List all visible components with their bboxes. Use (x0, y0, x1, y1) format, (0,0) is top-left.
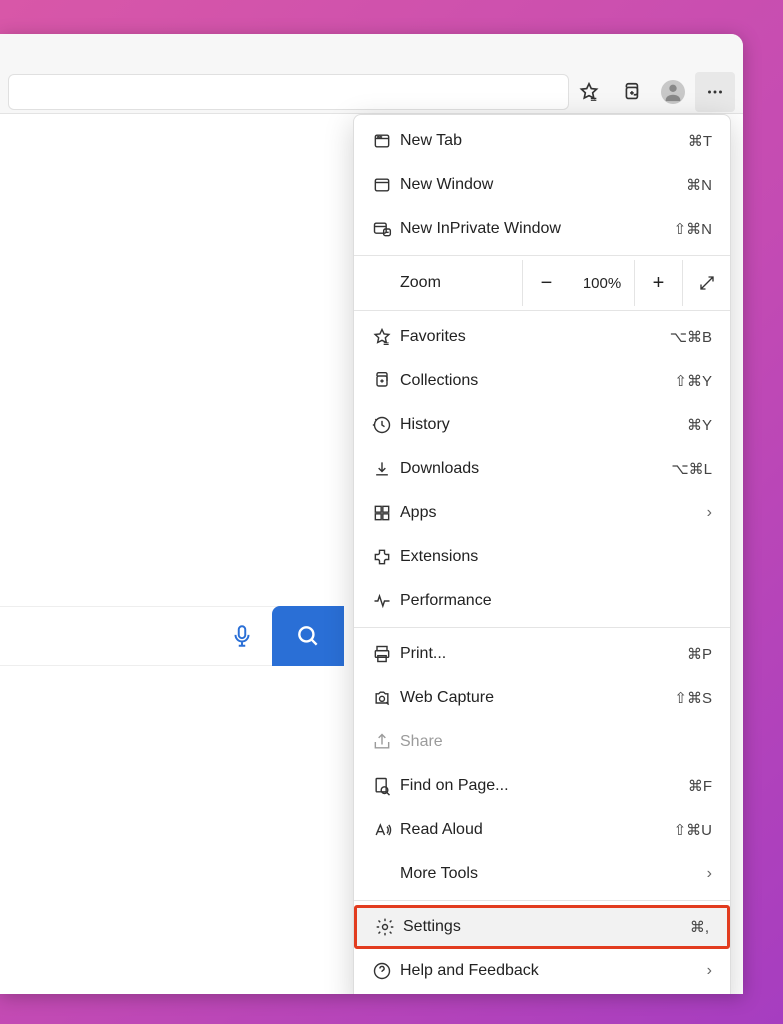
profile-button[interactable] (653, 72, 693, 112)
menu-label: Favorites (400, 328, 670, 346)
extensions-icon (372, 547, 400, 567)
menu-zoom-controls: Zoom − 100% + (354, 260, 730, 306)
read-aloud-icon (372, 820, 400, 840)
menu-item-find-on-page[interactable]: Find on Page... ⌘F (354, 764, 730, 808)
menu-item-new-tab[interactable]: New Tab ⌘T (354, 119, 730, 163)
search-bar-fragment (0, 606, 344, 666)
more-menu-icon (704, 81, 726, 103)
fullscreen-button[interactable] (682, 260, 730, 306)
favorites-icon (372, 327, 400, 347)
settings-and-more-menu: New Tab ⌘T New Window ⌘N New InPrivate W… (353, 114, 731, 994)
menu-separator (354, 900, 730, 901)
menu-shortcut: ⌘Y (687, 416, 712, 434)
menu-item-settings[interactable]: Settings ⌘, (354, 905, 730, 949)
search-button[interactable] (272, 606, 344, 666)
menu-item-print[interactable]: Print... ⌘P (354, 632, 730, 676)
menu-shortcut: ⌘P (687, 645, 712, 663)
browser-window: New Tab ⌘T New Window ⌘N New InPrivate W… (0, 34, 743, 994)
menu-shortcut: ⌥⌘L (671, 460, 712, 478)
menu-label: Downloads (400, 460, 671, 478)
toolbar-row (0, 70, 743, 114)
share-icon (372, 732, 400, 752)
new-window-icon (372, 175, 400, 195)
menu-label: Web Capture (400, 689, 674, 707)
search-icon (295, 623, 321, 649)
menu-label: More Tools (400, 865, 707, 883)
menu-item-new-inprivate-window[interactable]: New InPrivate Window ⇧⌘N (354, 207, 730, 251)
menu-label: New Window (400, 176, 686, 194)
microphone-icon (229, 623, 255, 649)
profile-avatar-icon (661, 80, 685, 104)
menu-label: History (400, 416, 687, 434)
fullscreen-icon (698, 274, 716, 292)
inprivate-icon (372, 219, 400, 239)
favorites-list-button[interactable] (569, 72, 609, 112)
zoom-in-button[interactable]: + (634, 260, 682, 306)
menu-separator (354, 255, 730, 256)
find-icon (372, 776, 400, 796)
menu-item-collections[interactable]: Collections ⇧⌘Y (354, 359, 730, 403)
zoom-value: 100% (570, 275, 634, 292)
menu-shortcut: ⌘, (690, 918, 709, 936)
menu-shortcut: ⌘T (688, 132, 712, 150)
menu-label: Apps (400, 504, 707, 522)
menu-label: Share (400, 733, 712, 751)
menu-label: Extensions (400, 548, 712, 566)
menu-item-favorites[interactable]: Favorites ⌥⌘B (354, 315, 730, 359)
menu-item-new-window[interactable]: New Window ⌘N (354, 163, 730, 207)
history-icon (372, 415, 400, 435)
menu-shortcut: ⌘N (686, 176, 712, 194)
menu-item-downloads[interactable]: Downloads ⌥⌘L (354, 447, 730, 491)
menu-item-web-capture[interactable]: Web Capture ⇧⌘S (354, 676, 730, 720)
menu-shortcut: ⌥⌘B (670, 328, 712, 346)
more-menu-button[interactable] (695, 72, 735, 112)
menu-item-performance[interactable]: Performance (354, 579, 730, 623)
menu-shortcut: ⇧⌘S (674, 689, 712, 707)
menu-item-history[interactable]: History ⌘Y (354, 403, 730, 447)
menu-shortcut: ⇧⌘N (674, 220, 712, 238)
print-icon (372, 644, 400, 664)
downloads-icon (372, 459, 400, 479)
chevron-right-icon: › (707, 962, 712, 980)
chevron-right-icon: › (707, 865, 712, 883)
menu-item-apps[interactable]: Apps › (354, 491, 730, 535)
menu-label: Performance (400, 592, 712, 610)
web-capture-icon (372, 688, 400, 708)
tab-strip (0, 34, 743, 70)
menu-label: Help and Feedback (400, 962, 707, 980)
menu-separator (354, 310, 730, 311)
collections-icon (372, 371, 400, 391)
voice-search-button[interactable] (212, 606, 272, 666)
menu-item-share: Share (354, 720, 730, 764)
settings-icon (375, 917, 403, 937)
menu-label: New InPrivate Window (400, 220, 674, 238)
menu-separator (354, 627, 730, 628)
menu-shortcut: ⇧⌘U (674, 821, 712, 839)
menu-label: Find on Page... (400, 777, 688, 795)
menu-shortcut: ⌘F (688, 777, 712, 795)
menu-label: New Tab (400, 132, 688, 150)
performance-icon (372, 591, 400, 611)
menu-item-help-and-feedback[interactable]: Help and Feedback › (354, 949, 730, 993)
menu-label: Collections (400, 372, 674, 390)
help-icon (372, 961, 400, 981)
new-tab-icon (372, 131, 400, 151)
apps-icon (372, 503, 400, 523)
menu-label: Settings (403, 918, 690, 936)
zoom-out-button[interactable]: − (522, 260, 570, 306)
menu-item-read-aloud[interactable]: Read Aloud ⇧⌘U (354, 808, 730, 852)
chevron-right-icon: › (707, 504, 712, 522)
menu-item-more-tools[interactable]: More Tools › (354, 852, 730, 896)
zoom-label: Zoom (400, 274, 441, 292)
collections-button[interactable] (611, 72, 651, 112)
menu-shortcut: ⇧⌘Y (674, 372, 712, 390)
menu-item-extensions[interactable]: Extensions (354, 535, 730, 579)
menu-label: Print... (400, 645, 687, 663)
menu-label: Read Aloud (400, 821, 674, 839)
address-bar[interactable] (8, 74, 569, 110)
